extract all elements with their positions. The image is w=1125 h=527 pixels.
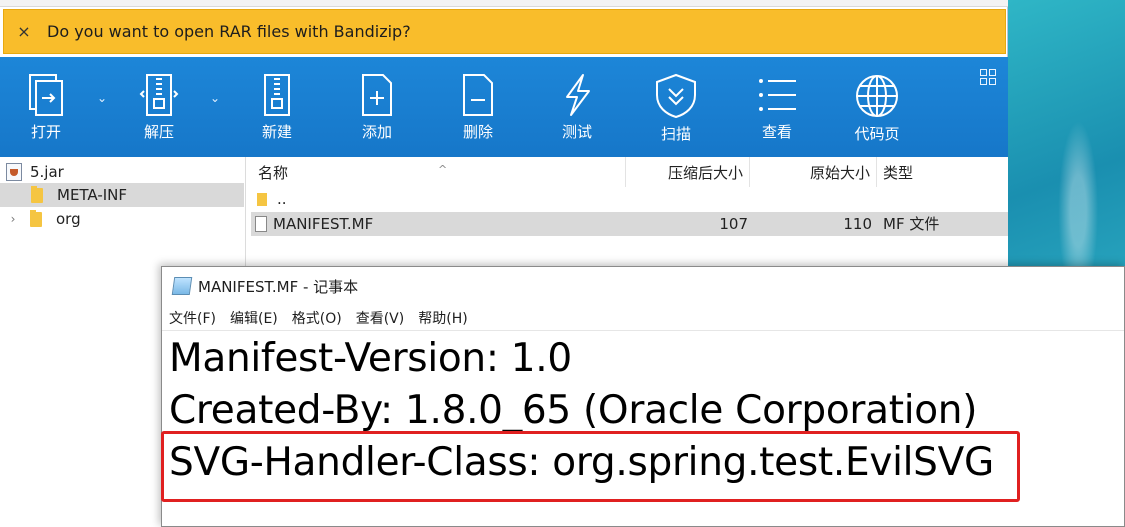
codepage-button-label: 代码页 [854,125,900,143]
add-file-icon [362,74,392,116]
scan-button-label: 扫描 [660,125,691,143]
menu-item-view[interactable]: 查看(V) [356,308,405,328]
list-item-manifest[interactable]: MANIFEST.MF 107 110 MF 文件 [251,212,1008,236]
notification-bar: × Do you want to open RAR files with Ban… [3,9,1006,54]
text-line: Manifest-Version: 1.0 [169,336,572,381]
tree-item-meta-inf[interactable]: META-INF [0,183,244,207]
layout-grid-icon[interactable] [980,69,996,85]
list-header: 名称 ^ 压缩后大小 原始大小 类型 [247,157,1008,187]
tree-item-label: org [56,210,81,228]
new-archive-button-label: 新建 [261,123,292,141]
list-item-original-size: 110 [843,215,872,233]
menu-bar [0,0,1008,7]
column-header-compressed[interactable]: 压缩后大小 [626,157,750,187]
tree-item-org[interactable]: › org [0,207,244,231]
notepad-title-bar[interactable]: MANIFEST.MF - 记事本 [162,267,1124,305]
list-item-compressed-size: 107 [719,215,748,233]
folder-icon [30,209,42,227]
notepad-text-area[interactable]: Manifest-Version: 1.0 Created-By: 1.8.0_… [162,331,1124,527]
notepad-menu-bar: 文件(F) 编辑(E) 格式(O) 查看(V) 帮助(H) [162,305,1124,331]
sort-ascending-icon: ^ [438,163,448,176]
menu-item-file[interactable]: 文件(F) [169,308,216,328]
scan-button[interactable]: 扫描 [636,57,716,157]
toolbar: 打开 ⌄ 解压 ⌄ 新建 添加 删除 测试 扫描 查看 代码页 [0,57,1008,157]
shield-scan-icon [656,73,696,119]
notepad-icon [171,277,193,295]
notification-text: Do you want to open RAR files with Bandi… [47,22,411,41]
list-item-name: MANIFEST.MF [273,215,374,233]
menu-item-edit[interactable]: 编辑(E) [230,308,278,328]
column-header-original[interactable]: 原始大小 [750,157,877,187]
extract-dropdown-chevron-down-icon[interactable]: ⌄ [207,91,223,107]
text-line: SVG-Handler-Class: org.spring.test.EvilS… [169,440,994,485]
list-item-parent[interactable]: .. [251,187,1008,211]
open-button[interactable]: 打开 [6,57,86,157]
notepad-title: MANIFEST.MF - 记事本 [198,277,359,296]
open-file-icon [29,74,63,116]
lightning-test-icon [566,74,590,116]
delete-button[interactable]: 删除 [438,57,518,157]
column-header-name-label: 名称 [258,164,289,182]
column-header-type-label: 类型 [883,164,914,182]
extract-zip-icon [139,74,179,116]
test-button[interactable]: 测试 [537,57,617,157]
close-icon[interactable]: × [4,22,44,41]
folder-icon [31,185,43,203]
chevron-right-icon[interactable]: › [6,212,20,226]
list-item-type: MF 文件 [883,215,940,233]
add-button[interactable]: 添加 [337,57,417,157]
globe-codepage-icon [856,75,898,117]
list-view-icon [759,79,796,111]
tree-root[interactable]: 5.jar [0,160,244,184]
tree-item-label: META-INF [57,186,128,204]
text-line: Created-By: 1.8.0_65 (Oracle Corporation… [169,388,978,433]
jar-file-icon [6,163,22,181]
extract-button-label: 解压 [143,123,174,141]
new-archive-button[interactable]: 新建 [237,57,317,157]
menu-item-help[interactable]: 帮助(H) [418,308,467,328]
notepad-window: MANIFEST.MF - 记事本 文件(F) 编辑(E) 格式(O) 查看(V… [161,266,1125,527]
folder-icon [257,193,267,206]
new-archive-icon [264,74,290,116]
list-item-name: .. [277,190,287,208]
test-button-label: 测试 [561,123,592,141]
column-header-type[interactable]: 类型 [877,157,1008,187]
column-header-original-label: 原始大小 [809,164,870,182]
menu-item-format[interactable]: 格式(O) [292,308,342,328]
codepage-button[interactable]: 代码页 [837,57,917,157]
delete-file-icon [463,74,493,116]
delete-button-label: 删除 [462,123,493,141]
file-icon [255,216,267,232]
view-button[interactable]: 查看 [737,57,817,157]
add-button-label: 添加 [361,123,392,141]
open-dropdown-chevron-down-icon[interactable]: ⌄ [94,91,110,107]
column-header-name[interactable]: 名称 ^ [252,157,626,187]
tree-root-label: 5.jar [30,163,64,181]
column-header-compressed-label: 压缩后大小 [667,164,743,182]
view-button-label: 查看 [761,123,792,141]
extract-button[interactable]: 解压 [119,57,199,157]
open-button-label: 打开 [30,123,61,141]
